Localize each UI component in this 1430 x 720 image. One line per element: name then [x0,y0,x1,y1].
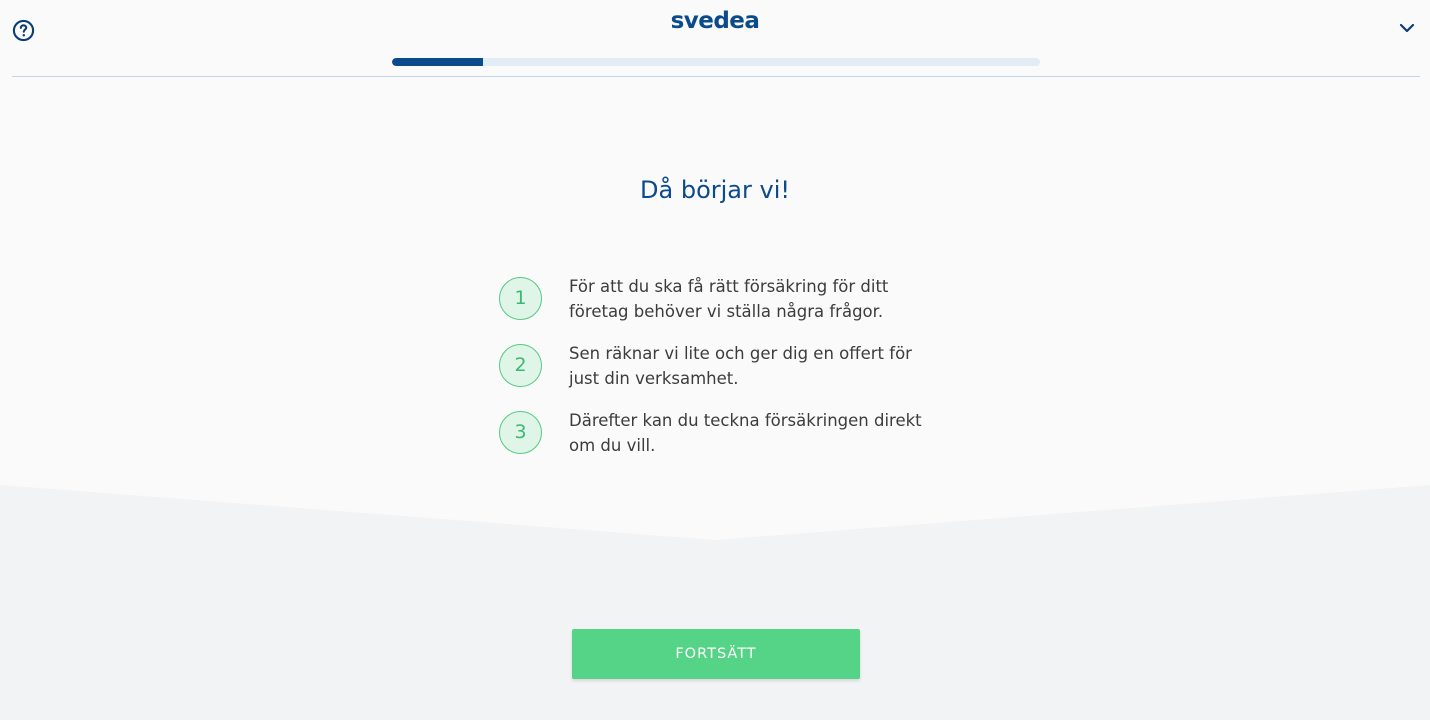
continue-button[interactable]: FORTSÄTT [572,629,860,679]
page: svedea Då börjar vi! 1 För att du ska få… [0,0,1430,720]
page-title: Då börjar vi! [640,176,790,204]
step-text: Därefter kan du teckna försäkringen dire… [569,411,922,455]
step-item: 1 För att du ska få rätt försäkring för … [499,274,939,341]
progress-bar [392,58,1040,66]
header-divider [12,76,1420,77]
step-text: För att du ska få rätt försäkring för di… [569,277,889,321]
steps-list: 1 För att du ska få rätt försäkring för … [499,274,939,475]
step-number-badge: 3 [499,411,542,454]
step-text: Sen räknar vi lite och ger dig en offert… [569,344,912,388]
step-number-badge: 2 [499,344,542,387]
progress-bar-fill [392,58,483,66]
chevron-down-icon[interactable] [1398,20,1416,34]
svedea-logo[interactable]: svedea [0,8,1430,34]
step-item: 2 Sen räknar vi lite och ger dig en offe… [499,341,939,408]
step-number-badge: 1 [499,277,542,320]
step-item: 3 Därefter kan du teckna försäkringen di… [499,408,939,475]
